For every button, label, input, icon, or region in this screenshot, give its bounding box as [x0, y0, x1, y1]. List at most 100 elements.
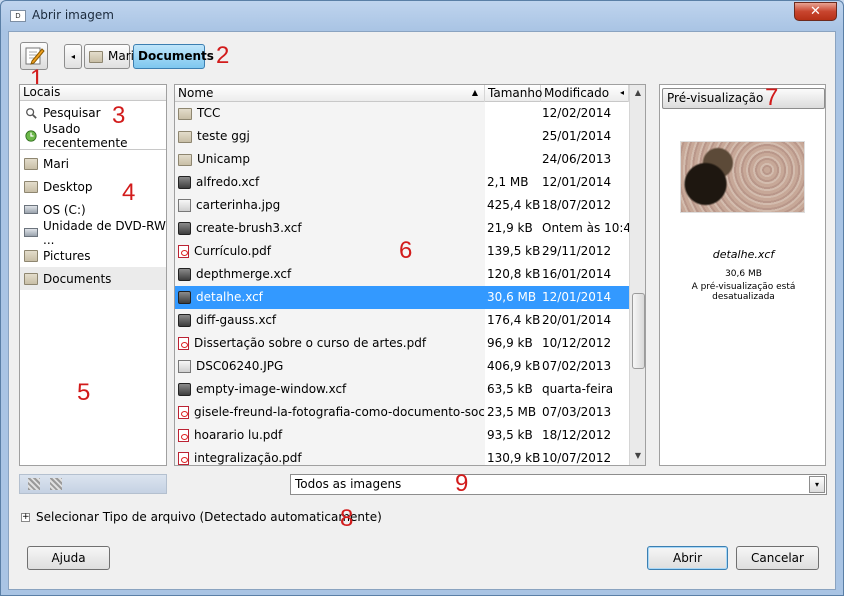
file-size: 96,9 kB	[487, 336, 533, 350]
file-row[interactable]: Dissertação sobre o curso de artes.pdf 96…	[175, 332, 629, 355]
place-mari[interactable]: Mari	[20, 152, 166, 175]
file-name-cell: empty-image-window.xcf	[178, 378, 484, 401]
column-size-label: Tamanho	[488, 86, 543, 100]
remove-bookmark-icon[interactable]	[50, 478, 62, 490]
folder-icon	[24, 157, 38, 170]
file-name: teste ggj	[197, 129, 250, 143]
scrollbar-thumb[interactable]	[632, 293, 645, 369]
help-button-label: Ajuda	[51, 551, 86, 565]
help-button[interactable]: Ajuda	[27, 546, 110, 570]
annotation-3: 3	[112, 102, 126, 129]
column-modified-label: Modificado	[544, 86, 610, 100]
title-bar[interactable]: D Abrir imagem ✕	[1, 1, 843, 31]
file-size: 406,9 kB	[487, 359, 541, 373]
file-list-scrollbar[interactable]: ▲ ▼	[629, 85, 645, 465]
file-row[interactable]: TCC 12/02/2014	[175, 102, 629, 125]
place-documents[interactable]: Documents	[20, 267, 166, 290]
file-size: 2,1 MB	[487, 175, 529, 189]
file-row[interactable]: diff-gauss.xcf 176,4 kB 20/01/2014	[175, 309, 629, 332]
file-name: integralização.pdf	[194, 451, 302, 465]
file-row[interactable]: alfredo.xcf 2,1 MB 12/01/2014	[175, 171, 629, 194]
place-label: Pictures	[43, 248, 91, 263]
close-button[interactable]: ✕	[794, 2, 837, 21]
crumb-mari-label: Mari	[108, 49, 134, 63]
file-row[interactable]: empty-image-window.xcf 63,5 kB quarta-feir…	[175, 378, 629, 401]
image-file-icon	[178, 360, 191, 373]
scroll-down-icon[interactable]: ▼	[630, 448, 645, 464]
file-row[interactable]: Unicamp 24/06/2013	[175, 148, 629, 171]
place-pictures[interactable]: Pictures	[20, 244, 166, 267]
file-modified: 20/01/2014	[542, 313, 612, 327]
cancel-button-label: Cancelar	[751, 551, 804, 565]
file-size: 425,4 kB	[487, 198, 541, 212]
annotation-7: 7	[765, 84, 779, 111]
annotation-8: 8	[340, 505, 354, 532]
xcf-file-icon	[178, 268, 191, 281]
xcf-file-icon	[178, 222, 191, 235]
crumb-mari[interactable]: Mari	[84, 44, 134, 69]
file-name-cell: alfredo.xcf	[178, 171, 484, 194]
file-name-cell: Unicamp	[178, 148, 484, 171]
file-modified: 12/01/2014	[542, 290, 612, 304]
column-name-label: Nome	[178, 86, 214, 100]
file-modified: 18/07/2012	[542, 198, 612, 212]
file-row[interactable]: teste ggj 25/01/2014	[175, 125, 629, 148]
preview-status: A pré-visualização está desatualizada	[691, 282, 796, 302]
file-row[interactable]: DSC06240.JPG 406,9 kB 07/02/2013	[175, 355, 629, 378]
scroll-up-icon[interactable]: ▲	[630, 85, 645, 101]
folder-icon	[178, 107, 192, 120]
folder-icon	[178, 130, 192, 143]
xcf-file-icon	[178, 314, 191, 327]
file-list: Nome ▲ Tamanho Modificado ◂ TCC 12/02/201…	[174, 84, 646, 466]
file-name-cell: TCC	[178, 102, 484, 125]
file-size	[487, 125, 543, 148]
place-recent[interactable]: Usado recentemente	[20, 122, 166, 150]
preview-size: 30,6 MB	[725, 269, 762, 279]
sort-ascending-icon: ▲	[471, 88, 478, 97]
file-name-cell: diff-gauss.xcf	[178, 309, 484, 332]
file-row[interactable]: hoarario lu.pdf 93,5 kB 18/12/2012	[175, 424, 629, 447]
cancel-button[interactable]: Cancelar	[736, 546, 819, 570]
file-modified: 18/12/2012	[542, 428, 612, 442]
file-row[interactable]: integralização.pdf 130,9 kB 10/07/2012	[175, 447, 629, 465]
file-name: carterinha.jpg	[196, 198, 281, 212]
annotation-6: 6	[399, 237, 413, 264]
file-name: Dissertação sobre o curso de artes.pdf	[194, 336, 427, 350]
path-back-button[interactable]: ◂	[64, 44, 82, 69]
file-modified: 25/01/2014	[542, 129, 612, 143]
filetype-expander[interactable]: + Selecionar Tipo de arquivo (Detectado …	[21, 510, 382, 524]
annotation-5: 5	[77, 379, 91, 406]
file-modified: 07/03/2013	[542, 405, 612, 419]
file-row[interactable]: carterinha.jpg 425,4 kB 18/07/2012	[175, 194, 629, 217]
xcf-file-icon	[178, 176, 191, 189]
file-size: 63,5 kB	[487, 382, 533, 396]
chevron-down-icon[interactable]: ▾	[809, 476, 825, 493]
file-name-cell: create-brush3.xcf	[178, 217, 484, 240]
folder-icon	[89, 50, 103, 63]
place-label: Pesquisar	[43, 105, 101, 120]
file-size	[487, 148, 543, 171]
add-bookmark-icon[interactable]	[28, 478, 40, 490]
column-name[interactable]: Nome ▲	[175, 85, 485, 102]
column-modified[interactable]: Modificado ◂	[541, 85, 629, 102]
file-row[interactable]: depthmerge.xcf 120,8 kB 16/01/2014	[175, 263, 629, 286]
place-dvd[interactable]: Unidade de DVD-RW ...	[20, 219, 166, 247]
file-row[interactable]: detalhe.xcf 30,6 MB 12/01/2014	[175, 286, 629, 309]
places-header[interactable]: Locais	[20, 85, 166, 101]
preview-toggle-button[interactable]: Pré-visualização	[662, 88, 825, 109]
file-size: 120,8 kB	[487, 267, 541, 281]
place-label: Documents	[43, 271, 112, 286]
preview-filename: detalhe.xcf	[712, 248, 775, 261]
file-row[interactable]: gisele-freund-la-fotografia-como-documen…	[175, 401, 629, 424]
file-modified: 24/06/2013	[542, 152, 612, 166]
places-toolbar	[19, 474, 167, 494]
place-desktop[interactable]: Desktop	[20, 175, 166, 198]
search-icon	[26, 107, 37, 119]
column-size[interactable]: Tamanho	[485, 85, 543, 102]
file-filter-select[interactable]: Todos as imagens ▾	[290, 474, 827, 495]
more-columns-icon: ◂	[619, 88, 624, 97]
expand-icon: +	[21, 511, 30, 522]
crumb-documents[interactable]: Documents	[133, 44, 214, 69]
open-button[interactable]: Abrir	[647, 546, 728, 570]
folder-icon	[24, 272, 38, 285]
